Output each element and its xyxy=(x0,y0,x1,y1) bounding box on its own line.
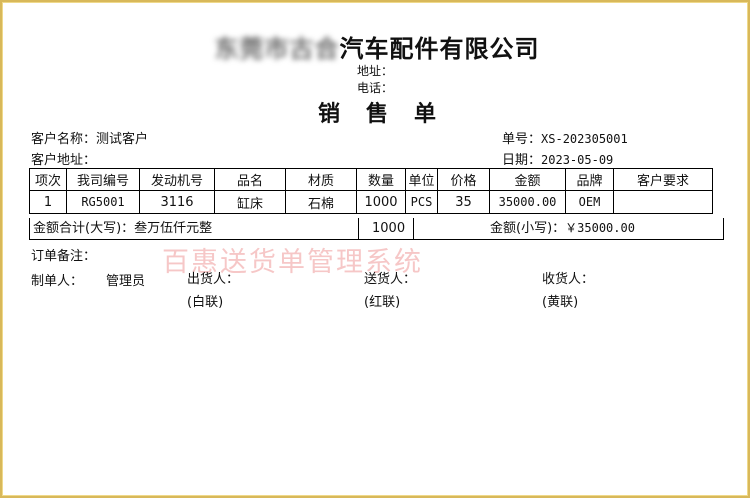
shipper-copy: (白联) xyxy=(187,295,224,310)
maker-label: 制单人： xyxy=(31,274,84,289)
customer-address: 客户地址： xyxy=(31,149,96,168)
row-cell: 缸床 xyxy=(214,190,286,214)
row-cell: 3116 xyxy=(139,190,215,214)
row-cell: 1000 xyxy=(356,190,406,214)
table-header-row: 项次 我司编号 发动机号 品名 材质 数量 单位 价格 金额 品牌 客户要求 xyxy=(29,168,713,191)
shipper-label: 出货人： xyxy=(187,272,240,287)
header-cell: 品名 xyxy=(214,168,286,191)
amount-lower-label: 金额(小写)： xyxy=(490,221,566,236)
header-cell: 发动机号 xyxy=(139,168,215,191)
header-cell: 项次 xyxy=(29,168,67,191)
header-cell: 金额 xyxy=(489,168,566,191)
amount-upper-label: 金额合计(大写)： xyxy=(33,221,135,236)
header-cell: 材质 xyxy=(285,168,357,191)
document-title: 销售单 xyxy=(317,101,462,127)
company-name-suffix: 汽车配件有限公司 xyxy=(339,34,540,63)
totals-row: 金额合计(大写)：叁万伍仟元整 1000 金额(小写)：￥35000.00 xyxy=(29,218,724,240)
row-cell: 35 xyxy=(437,190,490,214)
header-cell: 数量 xyxy=(356,168,406,191)
amount-upper: 金额合计(大写)：叁万伍仟元整 xyxy=(33,218,212,239)
company-name: 东莞市古合汽车配件有限公司 xyxy=(2,29,750,64)
amount-lower: 金额(小写)：￥35000.00 xyxy=(490,218,635,239)
maker-value: 管理员 xyxy=(106,274,146,289)
order-number-label: 单号： xyxy=(502,132,542,147)
order-date-value: 2023-05-09 xyxy=(541,153,614,167)
address-label: 地址： xyxy=(357,64,394,78)
header-cell: 价格 xyxy=(437,168,490,191)
customer-name-value: 测试客户 xyxy=(96,132,149,147)
receiver-label: 收货人： xyxy=(542,272,595,287)
deliverer-label: 送货人： xyxy=(364,272,417,287)
table-row: 1 RG5001 3116 缸床 石棉 1000 PCS 35 35000.00… xyxy=(29,190,713,214)
row-cell xyxy=(613,190,713,214)
total-quantity: 1000 xyxy=(372,221,406,236)
row-cell: OEM xyxy=(565,190,614,214)
amount-upper-value: 叁万伍仟元整 xyxy=(134,221,213,236)
header-cell: 我司编号 xyxy=(66,168,140,191)
customer-name-label: 客户名称： xyxy=(31,132,97,147)
order-note-label: 订单备注： xyxy=(31,249,97,264)
receiver-copy: (黄联) xyxy=(542,295,579,310)
document-frame: 东莞市古合汽车配件有限公司 地址： 电话： 销售单 客户名称：测试客户 客户地址… xyxy=(0,0,750,498)
header-cell: 客户要求 xyxy=(613,168,713,191)
order-date-label: 日期： xyxy=(502,153,542,168)
row-cell: PCS xyxy=(405,190,438,214)
header-cell: 单位 xyxy=(405,168,438,191)
header-cell: 品牌 xyxy=(565,168,614,191)
order-number-value: XS-202305001 xyxy=(541,132,628,146)
row-cell: 石棉 xyxy=(285,190,357,214)
company-name-blurred: 东莞市古合 xyxy=(214,34,340,63)
deliverer-copy: (红联) xyxy=(364,295,401,310)
phone-label: 电话： xyxy=(357,81,394,95)
items-table: 项次 我司编号 发动机号 品名 材质 数量 单位 价格 金额 品牌 客户要求 1… xyxy=(29,168,713,214)
customer-address-label: 客户地址： xyxy=(31,153,97,168)
order-number: 单号：XS-202305001 xyxy=(502,128,628,147)
row-cell: 35000.00 xyxy=(489,190,566,214)
row-cell: 1 xyxy=(29,190,67,214)
order-date: 日期：2023-05-09 xyxy=(502,149,613,168)
divider xyxy=(413,218,414,239)
row-cell: RG5001 xyxy=(66,190,140,214)
customer-name: 客户名称：测试客户 xyxy=(31,128,148,147)
amount-lower-value: ￥35000.00 xyxy=(565,221,635,235)
divider xyxy=(358,218,359,239)
